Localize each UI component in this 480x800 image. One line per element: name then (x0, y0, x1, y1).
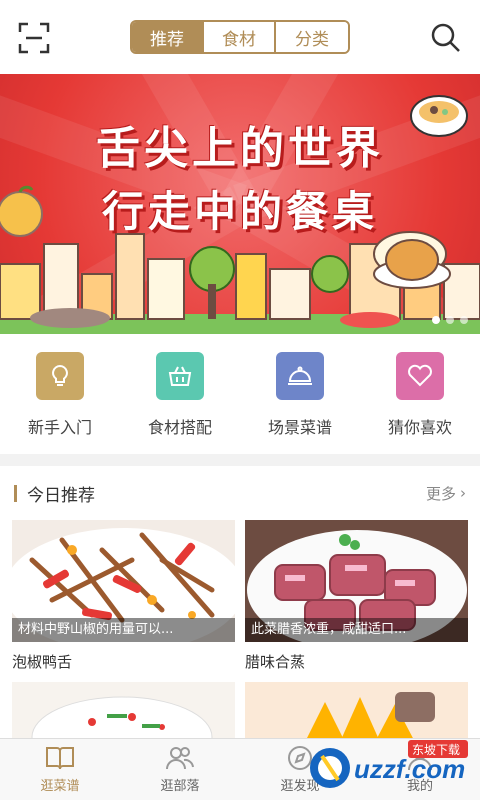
section-title: 今日推荐 (14, 481, 95, 506)
recipe-caption: 材料中野山椒的用量可以... (12, 618, 235, 642)
app-root: 推荐 食材 分类 舌尖上的世界 行走中的餐桌 新手入门 食材搭配 场景菜谱 猜你… (0, 0, 480, 800)
section-header: 今日推荐 更多 › (0, 466, 480, 520)
top-header: 推荐 食材 分类 (0, 0, 480, 74)
recipe-card[interactable]: 材料中野山椒的用量可以... 泡椒鸭舌 (12, 520, 235, 742)
promo-banner[interactable]: 舌尖上的世界 行走中的餐桌 (0, 74, 480, 334)
nav-label: 逛菜谱 (40, 779, 80, 794)
today-recommend-section: 今日推荐 更多 › 材料中野山椒的用量可以... 泡椒鸭舌 此菜腊香浓重，咸甜适… (0, 466, 480, 742)
dish-cover-icon (276, 352, 324, 400)
recipe-caption: 此菜腊香浓重，咸甜适口... (245, 618, 468, 642)
header-tab-switcher: 推荐 食材 分类 (130, 20, 350, 54)
nav-recipes[interactable]: 逛菜谱 (0, 739, 120, 800)
soup-bowl-icon (410, 95, 468, 137)
more-label: 更多 (425, 484, 456, 503)
fruit-icon (0, 185, 43, 237)
book-icon (46, 747, 74, 770)
recipe-image (245, 682, 468, 742)
chevron-right-icon: › (460, 484, 466, 502)
watermark-subtext: 东坡下载 (412, 743, 460, 757)
lightbulb-icon (36, 352, 84, 400)
banner-dot[interactable] (446, 316, 454, 324)
recipe-name: 腊味合蒸 (245, 653, 306, 671)
recipe-image (12, 682, 235, 742)
tab-categories[interactable]: 分类 (276, 22, 348, 52)
recipe-image: 材料中野山椒的用量可以... (12, 520, 235, 642)
banner-pagination (432, 316, 468, 324)
recipe-card[interactable]: 此菜腊香浓重，咸甜适口... 腊味合蒸 (245, 520, 468, 742)
more-link[interactable]: 更多 › (426, 483, 466, 504)
site-watermark-logo: uzzf.com 东坡下载 (310, 740, 468, 788)
entry-scene-recipes[interactable]: 场景菜谱 (245, 352, 355, 438)
recipe-image: 此菜腊香浓重，咸甜适口... (245, 520, 468, 642)
entry-label: 新手入门 (27, 418, 92, 437)
entry-label: 场景菜谱 (267, 418, 332, 437)
banner-dot[interactable] (460, 316, 468, 324)
recipe-name: 泡椒鸭舌 (12, 653, 73, 671)
watermark-text: uzzf.com (354, 754, 465, 784)
entry-label: 食材搭配 (147, 418, 212, 437)
entry-label: 猜你喜欢 (387, 418, 452, 437)
heart-icon (396, 352, 444, 400)
people-icon (166, 747, 194, 770)
recipe-card-grid: 材料中野山椒的用量可以... 泡椒鸭舌 此菜腊香浓重，咸甜适口... 腊味合蒸 (12, 520, 468, 742)
basket-icon (156, 352, 204, 400)
scan-icon[interactable] (18, 22, 50, 54)
entry-ingredient-match[interactable]: 食材搭配 (125, 352, 235, 438)
nav-tribe[interactable]: 逛部落 (120, 739, 240, 800)
quick-entry-row: 新手入门 食材搭配 场景菜谱 猜你喜欢 (0, 334, 480, 454)
tab-recommend[interactable]: 推荐 (132, 22, 204, 52)
nav-label: 逛部落 (160, 779, 200, 794)
entry-beginner[interactable]: 新手入门 (5, 352, 115, 438)
entry-guess-you-like[interactable]: 猜你喜欢 (365, 352, 475, 438)
section-title-text: 今日推荐 (27, 485, 95, 506)
search-icon[interactable] (430, 22, 462, 54)
banner-dot[interactable] (432, 316, 440, 324)
title-accent-bar (14, 484, 17, 502)
roast-chicken-icon (373, 239, 451, 289)
tab-ingredients[interactable]: 食材 (204, 22, 276, 52)
